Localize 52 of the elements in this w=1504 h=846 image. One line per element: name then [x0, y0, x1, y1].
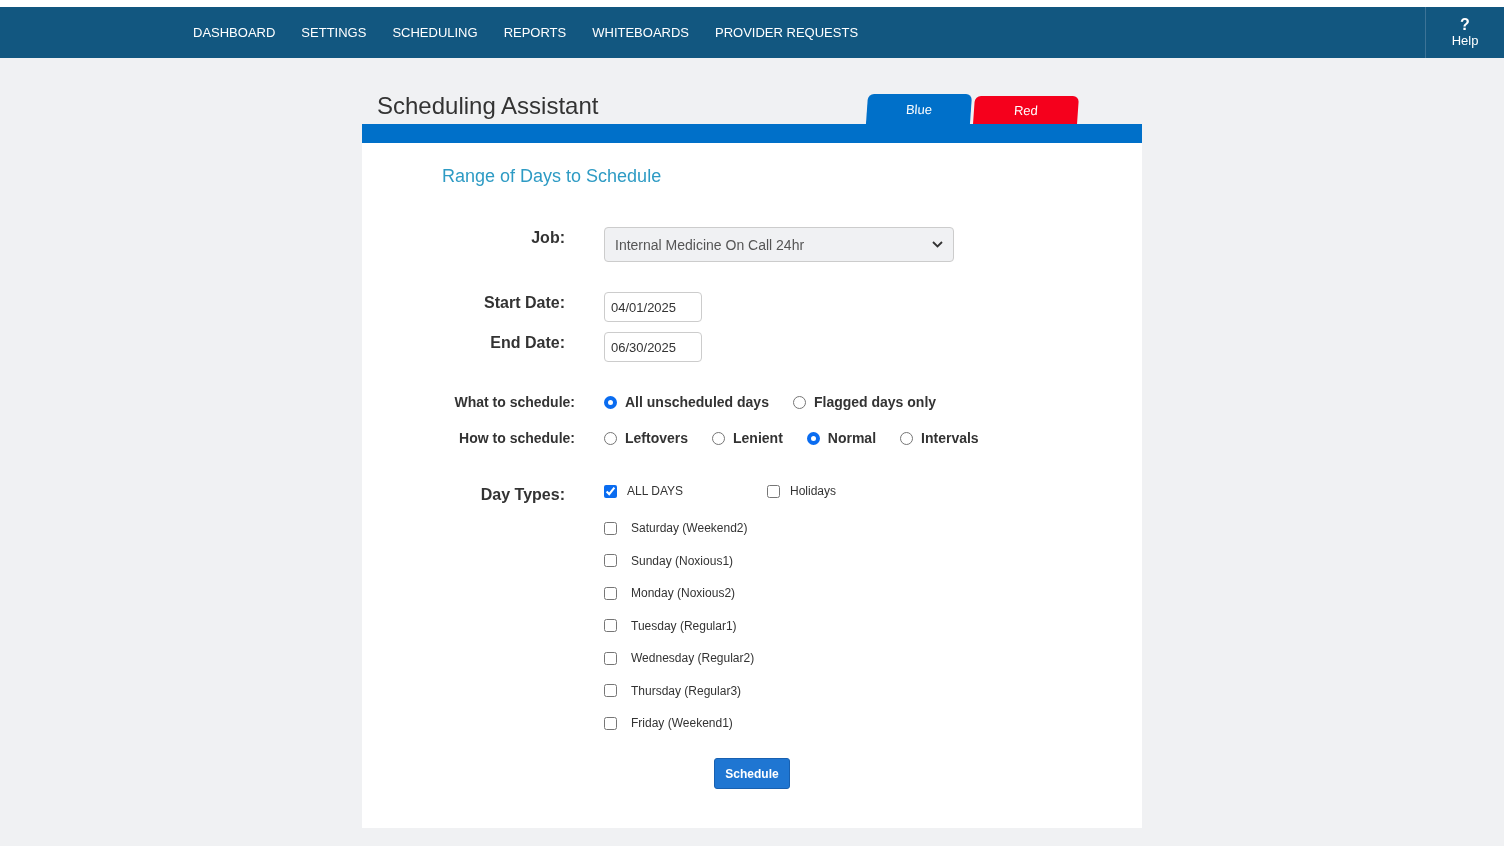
checkbox-label: Sunday (Noxious1) [631, 553, 734, 568]
checkbox-label: Tuesday (Regular1) [631, 618, 737, 633]
field-label: What to schedule: [453, 394, 575, 410]
checkbox-label: Monday (Noxious2) [631, 586, 736, 600]
checkbox-label: Saturday (Weekend2) [631, 521, 748, 535]
page-title: Scheduling Assistant [377, 92, 600, 120]
field-label: Day Types: [479, 485, 565, 504]
checkbox[interactable] [604, 586, 617, 600]
checkbox[interactable] [604, 554, 617, 567]
start-date-field[interactable]: 04/01/2025 [604, 292, 702, 322]
checkbox[interactable] [604, 716, 617, 730]
option-label: Normal [827, 430, 877, 446]
checkbox-label: Friday (Weekend1) [631, 716, 733, 730]
checkbox[interactable] [604, 521, 617, 535]
option-label: Intervals [921, 430, 979, 446]
nav-link[interactable]: WHITEBOARDS [592, 25, 690, 40]
radio-button[interactable] [900, 431, 914, 445]
nav-link[interactable]: DASHBOARD [193, 25, 276, 40]
field-label: Start Date: [483, 293, 565, 312]
nav-link[interactable]: SETTINGS [301, 25, 367, 40]
field-label: How to schedule: [458, 430, 575, 446]
nav-link[interactable]: SCHEDULING [392, 25, 478, 40]
checkbox-label: ALL DAYS [627, 484, 684, 498]
tab[interactable]: Blue [865, 94, 973, 124]
radio-button[interactable] [712, 431, 726, 445]
radio-button[interactable] [792, 395, 806, 409]
end-date-field[interactable]: 06/30/2025 [604, 332, 702, 362]
checkbox[interactable] [604, 484, 617, 498]
option-label: All unscheduled days [625, 394, 769, 410]
checkbox[interactable] [604, 684, 617, 697]
tab[interactable]: Red [973, 96, 1079, 124]
checkbox-label: Holidays [790, 484, 837, 498]
radio-button[interactable] [604, 395, 617, 409]
schedule-button[interactable]: Schedule [714, 758, 790, 789]
checkbox[interactable] [604, 619, 617, 632]
option-label: Leftovers [625, 430, 689, 446]
option-label: Lenient [733, 430, 783, 446]
field-label: End Date: [489, 333, 565, 352]
help-button[interactable]: ? Help [1425, 7, 1504, 58]
nav-link[interactable]: REPORTS [503, 25, 567, 40]
job-select[interactable]: Internal Medicine On Call 24hr [604, 227, 954, 262]
field-label: Job: [530, 228, 565, 247]
radio-button[interactable] [604, 431, 617, 445]
checkbox[interactable] [604, 651, 617, 665]
chevron-down-icon [932, 241, 943, 248]
checkbox-label: Wednesday (Regular2) [631, 651, 755, 665]
option-label: Flagged days only [813, 394, 937, 410]
checkbox-label: Thursday (Regular3) [631, 683, 742, 698]
section-title: Range of Days to Schedule [442, 166, 663, 187]
radio-button[interactable] [806, 431, 820, 445]
checkbox[interactable] [767, 484, 780, 498]
nav-link[interactable]: PROVIDER REQUESTS [715, 25, 859, 40]
